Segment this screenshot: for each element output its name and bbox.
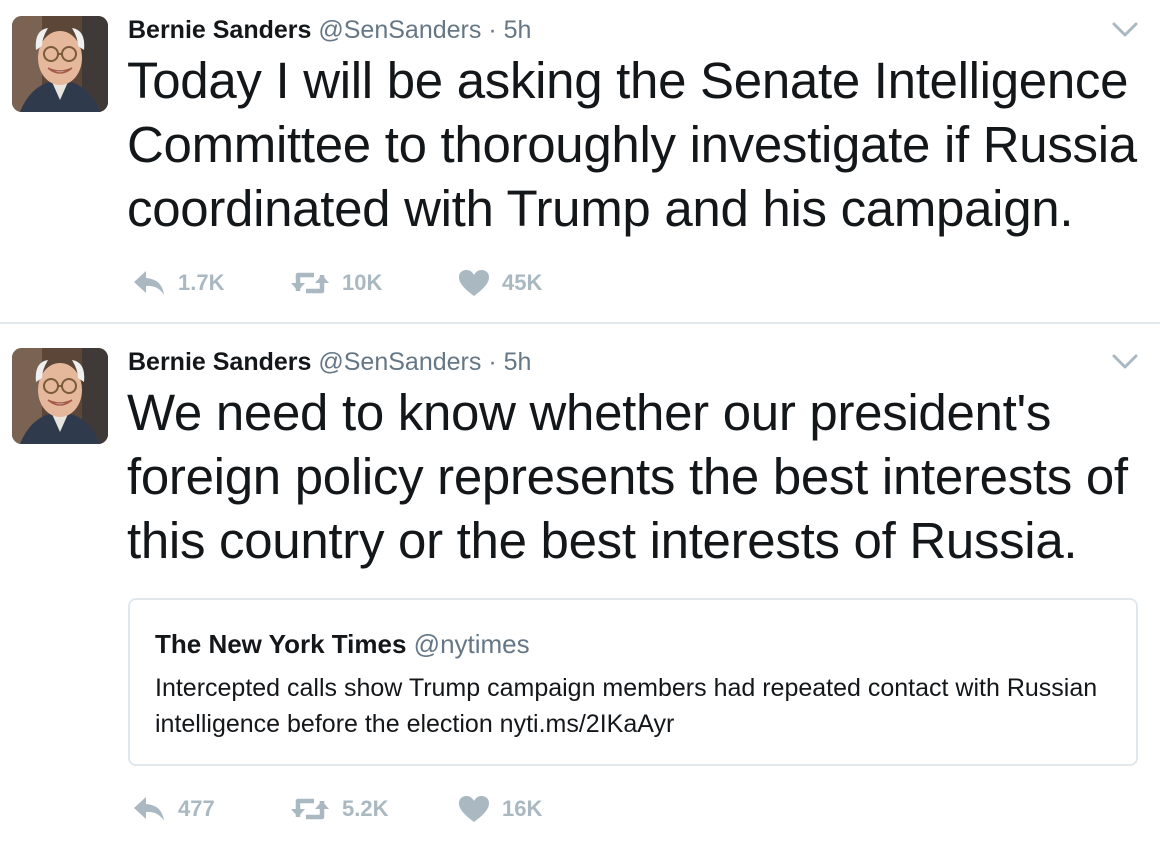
tweet-header: Bernie Sanders @SenSanders · 5h [128,347,531,377]
avatar-image [12,16,108,112]
tweet-header: Bernie Sanders @SenSanders · 5h [128,15,531,45]
separator-dot: · [488,348,497,376]
retweet-count: 5.2K [342,796,389,821]
reply-icon [134,797,164,821]
tweet[interactable]: Bernie Sanders @SenSanders · 5h We need … [0,324,1160,844]
reply-button[interactable]: 477 [132,792,215,826]
quoted-tweet[interactable]: The New York Times @nytimes Intercepted … [128,598,1138,766]
retweet-icon [291,798,329,820]
tweet-timestamp[interactable]: 5h [504,348,532,376]
like-button[interactable]: 45K [458,266,542,300]
like-button[interactable]: 16K [458,792,542,826]
retweet-button[interactable]: 10K [290,266,382,300]
quoted-author-name: The New York Times [155,629,407,659]
like-count: 45K [502,270,543,295]
author-name[interactable]: Bernie Sanders [128,348,311,376]
quoted-author-handle: @nytimes [413,629,530,659]
like-count: 16K [502,796,543,821]
author-handle[interactable]: @SenSanders [318,16,481,44]
retweet-button[interactable]: 5.2K [290,792,388,826]
chevron-down-icon[interactable] [1112,22,1138,38]
reply-count: 477 [178,796,215,821]
separator-dot: · [488,16,497,44]
tweet-timestamp[interactable]: 5h [504,16,532,44]
tweet-actions: 1.7K 10K 45K [132,266,692,300]
tweet-actions: 477 5.2K 16K [132,792,692,826]
quoted-tweet-header: The New York Times @nytimes [155,628,530,660]
quoted-tweet-text: Intercepted calls show Trump campaign me… [155,674,1098,738]
chevron-down-icon[interactable] [1112,354,1138,370]
author-handle[interactable]: @SenSanders [318,348,481,376]
reply-count: 1.7K [178,270,225,295]
heart-icon [459,796,489,822]
avatar[interactable] [12,16,108,112]
retweet-count: 10K [342,270,383,295]
tweet-text: We need to know whether our president's … [127,384,1128,569]
avatar[interactable] [12,348,108,444]
retweet-icon [291,272,329,294]
reply-icon [134,271,164,295]
avatar-image [12,348,108,444]
heart-icon [459,270,489,296]
tweet-text: Today I will be asking the Senate Intell… [127,52,1137,237]
author-name[interactable]: Bernie Sanders [128,16,311,44]
tweet[interactable]: Bernie Sanders @SenSanders · 5h Today I … [0,0,1160,323]
reply-button[interactable]: 1.7K [132,266,224,300]
